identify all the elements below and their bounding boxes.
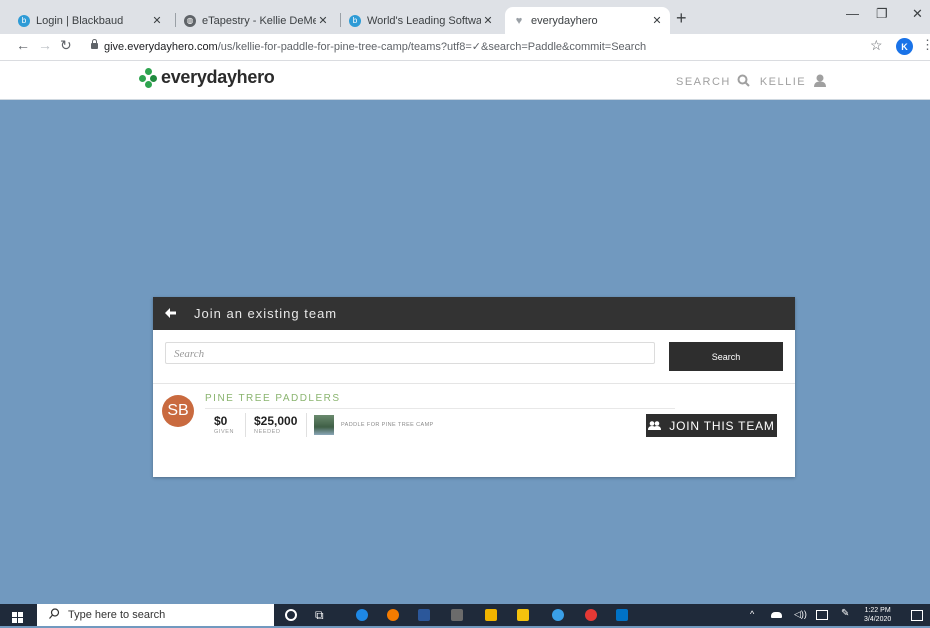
campaign-thumbnail [314, 415, 334, 435]
join-team-panel: Join an existing team Search Search SB P… [153, 297, 795, 477]
forward-arrow-icon[interactable]: → [38, 37, 52, 53]
browser-tab-bar: b Login | Blackbaud ✕ ◍ eTapestry - Kell… [0, 0, 930, 34]
tab-title: everydayhero [531, 14, 598, 27]
minimize-icon[interactable]: — [846, 6, 859, 21]
taskbar-clock[interactable]: 1:22 PM 3/4/2020 [864, 606, 891, 624]
url-path: /us/kellie-for-paddle-for-pine-tree-camp… [217, 41, 647, 53]
url-field[interactable]: give.everydayhero.com/us/kellie-for-padd… [104, 40, 646, 53]
header-links: SEARCH KELLIE [676, 74, 827, 90]
close-tab-icon[interactable]: ✕ [150, 14, 164, 27]
search-icon [49, 608, 60, 622]
everydayhero-logo[interactable]: everydayhero [139, 67, 275, 88]
site-header: everydayhero SEARCH KELLIE [0, 61, 930, 100]
user-icon[interactable] [814, 74, 827, 90]
pen-icon[interactable]: ✎ [841, 608, 849, 619]
logo-mark-icon [139, 67, 159, 88]
back-arrow-icon[interactable]: ← [16, 37, 30, 53]
taskbar-search-placeholder: Type here to search [68, 609, 166, 621]
team-name-link[interactable]: PINE TREE PADDLERS [205, 393, 341, 404]
outlook-icon[interactable] [616, 609, 628, 621]
campaign-name: PADDLE FOR PINE TREE CAMP [341, 422, 434, 428]
logo-text: everydayhero [161, 67, 275, 87]
edge-icon[interactable] [356, 609, 368, 621]
divider [306, 413, 307, 437]
task-view-icon[interactable]: ⧉ [315, 608, 324, 623]
reload-icon[interactable]: ↻ [60, 37, 72, 54]
given-stat: $0 GIVEN [214, 414, 234, 435]
team-avatar: SB [162, 395, 194, 427]
search-button[interactable]: Search [669, 342, 783, 371]
close-tab-icon[interactable]: ✕ [316, 14, 330, 27]
lock-icon [91, 39, 98, 49]
clock-date: 3/4/2020 [864, 616, 892, 623]
windows-start-icon[interactable] [12, 610, 23, 628]
cortana-icon[interactable] [285, 609, 297, 621]
chrome-icon[interactable] [585, 609, 597, 621]
url-host: give.everydayhero.com [104, 41, 218, 53]
tray-chevron-icon[interactable]: ^ [750, 609, 754, 619]
bookmark-star-icon[interactable]: ☆ [870, 37, 883, 54]
needed-value: $25,000 [254, 414, 298, 428]
volume-icon[interactable]: ◁)) [794, 609, 807, 620]
heart-icon: ♥ [513, 14, 525, 27]
taskbar-search-field[interactable]: Type here to search [37, 604, 274, 626]
snipping-tool-icon[interactable] [552, 609, 564, 621]
search-link[interactable]: SEARCH [676, 76, 731, 88]
restore-icon[interactable]: ❐ [876, 6, 888, 22]
calculator-icon[interactable] [451, 609, 463, 621]
needed-stat: $25,000 NEEDED [254, 414, 297, 435]
sticky-notes-icon[interactable] [517, 609, 529, 621]
network-icon[interactable] [816, 610, 828, 620]
clock-time: 1:22 PM [864, 607, 891, 614]
tab-etapestry[interactable]: ◍ eTapestry - Kellie DeMers - Pine ✕ [176, 7, 336, 34]
close-window-icon[interactable]: ✕ [912, 6, 923, 22]
address-bar-row: ← → ↻ give.everydayhero.com/us/kellie-fo… [0, 34, 930, 61]
blackbaud-icon: b [18, 14, 30, 27]
new-tab-icon[interactable]: + [676, 8, 687, 29]
group-icon [648, 421, 662, 430]
join-button-label: JOIN THIS TEAM [669, 418, 775, 433]
file-explorer-icon[interactable] [485, 609, 497, 621]
user-link[interactable]: KELLIE [760, 76, 806, 88]
needed-label: NEEDED [254, 429, 281, 435]
divider [153, 383, 795, 384]
word-icon[interactable] [418, 609, 430, 621]
divider [205, 408, 675, 409]
join-this-team-button[interactable]: JOIN THIS TEAM [646, 414, 777, 437]
close-tab-icon[interactable]: ✕ [481, 14, 495, 27]
panel-header: Join an existing team [153, 297, 795, 330]
panel-title: Join an existing team [194, 306, 338, 321]
menu-kebab-icon[interactable]: ⋮ [921, 37, 930, 53]
tab-title: Login | Blackbaud [36, 14, 124, 27]
tab-worlds-leading-software[interactable]: b World's Leading Software Compa ✕ [341, 7, 501, 34]
search-icon[interactable] [737, 74, 750, 90]
profile-avatar[interactable]: K [896, 38, 913, 55]
windows-taskbar: Type here to search ⧉ ^ ◁)) ✎ 1:22 PM 3/… [0, 604, 930, 626]
tab-title: eTapestry - Kellie DeMers - Pine [202, 14, 316, 27]
blackbaud-icon: b [349, 14, 361, 27]
tab-blackbaud-login[interactable]: b Login | Blackbaud ✕ [10, 7, 170, 34]
tab-title: World's Leading Software Compa [367, 14, 481, 27]
team-search-input[interactable]: Search [165, 342, 655, 364]
back-arrow-icon[interactable] [165, 306, 176, 321]
close-tab-icon[interactable]: ✕ [650, 14, 664, 27]
divider [245, 413, 246, 437]
tab-everydayhero[interactable]: ♥ everydayhero ✕ [505, 7, 670, 34]
onedrive-icon[interactable] [771, 612, 782, 618]
given-label: GIVEN [214, 429, 235, 435]
globe-icon: ◍ [184, 14, 196, 27]
notifications-icon[interactable] [911, 610, 923, 621]
firefox-icon[interactable] [387, 609, 399, 621]
given-value: $0 [214, 414, 228, 428]
